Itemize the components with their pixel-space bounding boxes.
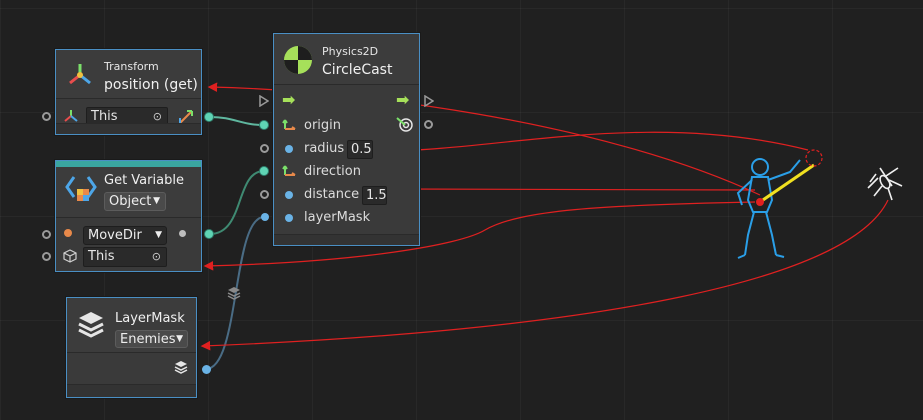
layermask-value: Enemies xyxy=(120,332,176,347)
direction-input-port[interactable] xyxy=(259,166,269,176)
target-value: This xyxy=(88,249,115,264)
variable-output-port[interactable] xyxy=(204,229,214,239)
node-header[interactable]: Physics2D CircleCast xyxy=(274,34,419,85)
variable-name-input-port[interactable] xyxy=(42,230,51,239)
float-type-dot xyxy=(285,145,293,153)
variable-kind-value: Object xyxy=(109,194,152,209)
layers-icon xyxy=(78,312,104,338)
node-title: CircleCast xyxy=(322,62,393,78)
position-output-port[interactable] xyxy=(204,112,214,122)
variable-target-input-port[interactable] xyxy=(42,252,51,261)
node-subtitle: Transform xyxy=(104,60,159,73)
chevron-down-icon: ▼ xyxy=(155,230,162,240)
node-subtitle: Physics2D xyxy=(322,45,379,58)
flow-output-port[interactable] xyxy=(424,95,434,107)
radius-field[interactable]: 0.5 xyxy=(347,140,373,159)
circlecast-node[interactable]: Physics2D CircleCast ➡ ➡ origin radius 0… xyxy=(273,33,420,246)
vector-input-icon xyxy=(282,119,296,130)
flow-input-port[interactable] xyxy=(259,95,269,107)
variable-brackets-icon xyxy=(65,176,97,201)
layers-reroute-icon[interactable] xyxy=(227,286,241,300)
target-picker-icon[interactable]: ⊙ xyxy=(152,248,161,266)
input-label-layermask: layerMask xyxy=(304,210,371,225)
input-label-distance: distance xyxy=(304,187,360,202)
vector-input-icon xyxy=(282,165,296,176)
flow-in-arrow-icon: ➡ xyxy=(282,90,296,109)
layermask-node[interactable]: LayerMask Enemies ▼ xyxy=(66,297,197,398)
node-header[interactable]: Get Variable Object ▼ xyxy=(56,167,201,218)
variable-name-dropdown[interactable]: MoveDir ▼ xyxy=(83,226,167,245)
node-title: Get Variable xyxy=(104,173,184,188)
transform-target-input-port[interactable] xyxy=(42,112,51,121)
input-label-origin: origin xyxy=(304,118,342,133)
target-value: This xyxy=(91,109,118,124)
distance-input-port[interactable] xyxy=(260,190,269,199)
transform-axes-icon xyxy=(69,64,91,85)
cube-icon xyxy=(63,249,77,263)
variable-type-dot xyxy=(64,229,72,237)
get-variable-node[interactable]: Get Variable Object ▼ MoveDir ▼ This ⊙ xyxy=(55,160,202,272)
radius-input-port[interactable] xyxy=(260,144,269,153)
flow-out-arrow-icon: ➡ xyxy=(396,90,410,109)
variable-output-dot xyxy=(179,230,186,237)
input-label-radius: radius xyxy=(304,141,345,156)
node-title: LayerMask xyxy=(115,311,185,326)
chevron-down-icon: ▼ xyxy=(176,334,183,344)
input-label-direction: direction xyxy=(304,164,361,179)
node-header[interactable]: LayerMask Enemies ▼ xyxy=(67,298,196,353)
int-type-dot xyxy=(285,214,293,222)
target-field[interactable]: This ⊙ xyxy=(83,247,167,267)
chevron-down-icon: ▼ xyxy=(153,196,160,206)
transform-small-icon xyxy=(64,110,78,122)
distance-value: 1.5 xyxy=(366,188,387,203)
distance-field[interactable]: 1.5 xyxy=(362,186,387,205)
physics2d-icon xyxy=(284,46,312,74)
node-title: position (get) xyxy=(104,77,198,93)
variable-kind-dropdown[interactable]: Object ▼ xyxy=(104,192,166,211)
origin-input-port[interactable] xyxy=(259,120,269,130)
layermask-dropdown[interactable]: Enemies ▼ xyxy=(115,330,188,348)
layermask-input-port[interactable] xyxy=(261,213,269,221)
layermask-output-port[interactable] xyxy=(202,365,211,374)
transform-position-node[interactable]: Transform position (get) This ⊙ xyxy=(55,49,202,135)
hit-output-port[interactable] xyxy=(424,120,433,129)
float-type-dot xyxy=(285,191,293,199)
radius-value: 0.5 xyxy=(351,142,372,157)
variable-name-value: MoveDir xyxy=(88,228,142,243)
node-header[interactable]: Transform position (get) xyxy=(56,50,201,99)
layers-output-icon xyxy=(174,361,188,374)
hit-target-icon xyxy=(396,117,413,132)
